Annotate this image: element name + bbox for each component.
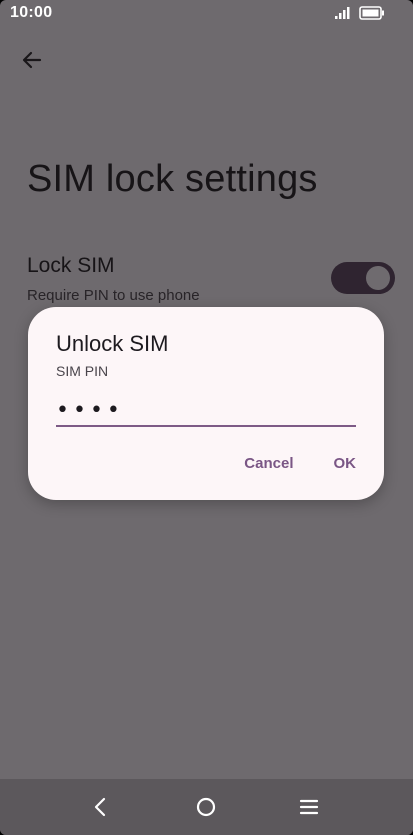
- lock-sim-title: Lock SIM: [27, 254, 115, 277]
- unlock-sim-dialog: Unlock SIM SIM PIN Cancel OK: [28, 307, 384, 500]
- status-bar: 10:00: [0, 0, 413, 30]
- cancel-button[interactable]: Cancel: [244, 455, 293, 472]
- navigation-bar: [0, 779, 413, 835]
- battery-icon: [359, 6, 385, 20]
- page-title: SIM lock settings: [27, 158, 318, 200]
- nav-menu-icon[interactable]: [295, 793, 323, 821]
- status-time: 10:00: [10, 4, 53, 21]
- phone-screen: 10:00 SIM lock settings Lock SIM Require…: [0, 0, 413, 835]
- toggle-knob: [366, 266, 390, 290]
- lock-sim-setting[interactable]: Lock SIM Require PIN to use phone: [27, 254, 397, 310]
- lock-sim-summary: Require PIN to use phone: [27, 287, 200, 304]
- lock-sim-toggle[interactable]: [331, 262, 395, 294]
- ok-button[interactable]: OK: [334, 455, 357, 472]
- sim-pin-label: SIM PIN: [56, 363, 109, 379]
- dialog-title: Unlock SIM: [56, 331, 169, 356]
- signal-icon: [335, 7, 351, 19]
- sim-pin-input[interactable]: [56, 395, 356, 427]
- nav-home-icon[interactable]: [192, 793, 220, 821]
- dialog-actions: Cancel OK: [244, 455, 356, 472]
- status-icons: [335, 6, 385, 20]
- back-arrow-icon[interactable]: [18, 46, 46, 74]
- nav-back-icon[interactable]: [87, 793, 115, 821]
